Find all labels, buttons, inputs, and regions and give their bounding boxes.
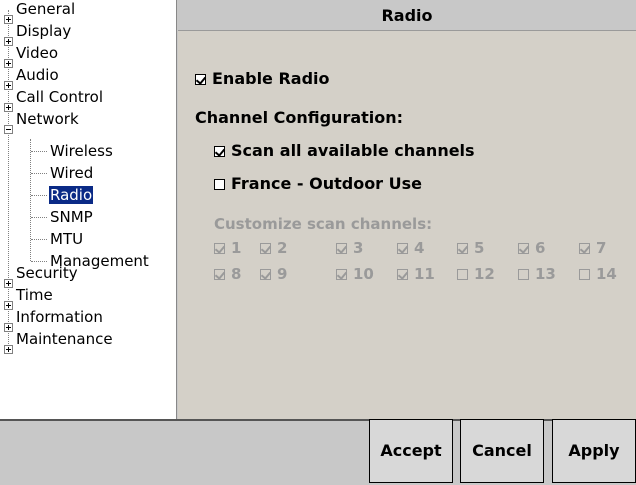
- channel-configuration-heading: Channel Configuration:: [195, 108, 404, 127]
- tree-item-label: General: [16, 0, 76, 18]
- channel-checkbox[interactable]: 13: [518, 265, 556, 283]
- radio-settings-panel: Radio Enable Radio Channel Configuration…: [178, 0, 636, 419]
- channel-checkbox[interactable]: 9: [260, 265, 287, 283]
- tree-connector: [31, 173, 47, 174]
- channel-label: 14: [596, 265, 617, 283]
- channel-checkbox[interactable]: 6: [518, 239, 545, 257]
- tree-item-label: MTU: [50, 230, 84, 248]
- checkbox-checked-icon[interactable]: [336, 269, 347, 280]
- tree-item-label: Audio: [16, 66, 59, 84]
- expand-plus-icon[interactable]: [4, 15, 13, 24]
- expand-plus-icon[interactable]: [4, 37, 13, 46]
- checkbox-checked-icon[interactable]: [518, 243, 529, 254]
- channel-label: 11: [414, 265, 435, 283]
- accept-button[interactable]: Accept: [369, 419, 453, 483]
- channel-label: 10: [353, 265, 374, 283]
- tree-item-label: Display: [16, 22, 72, 40]
- tree-connector: [31, 217, 47, 218]
- channel-checkbox[interactable]: 3: [336, 239, 363, 257]
- channel-label: 6: [535, 239, 546, 257]
- tree-item-label: Maintenance: [16, 330, 113, 348]
- checkbox-checked-icon[interactable]: [260, 243, 271, 254]
- channel-checkbox[interactable]: 10: [336, 265, 374, 283]
- channel-label: 3: [353, 239, 364, 257]
- channel-label: 7: [596, 239, 607, 257]
- cancel-button[interactable]: Cancel: [460, 419, 544, 483]
- tree-item-radio[interactable]: Radio: [49, 185, 94, 205]
- scan-all-channels-label: Scan all available channels: [231, 141, 475, 160]
- tree-item-label: SNMP: [50, 208, 93, 226]
- channel-checkbox[interactable]: 1: [214, 239, 241, 257]
- tree-item-wireless[interactable]: Wireless: [50, 141, 113, 161]
- tree-item-label: Network: [16, 110, 79, 128]
- checkbox-unchecked-icon[interactable]: [518, 269, 529, 280]
- checkbox-unchecked-icon[interactable]: [214, 179, 225, 190]
- channel-checkbox[interactable]: 5: [457, 239, 484, 257]
- tree-item-label: Radio: [49, 186, 94, 204]
- checkbox-checked-icon[interactable]: [457, 243, 468, 254]
- tree-connector: [31, 239, 47, 240]
- expand-plus-icon[interactable]: [4, 59, 13, 68]
- channel-checkbox[interactable]: 8: [214, 265, 241, 283]
- channel-label: 12: [474, 265, 495, 283]
- channel-label: 1: [231, 239, 242, 257]
- channel-label: 13: [535, 265, 556, 283]
- tree-item-label: Time: [16, 286, 53, 304]
- expand-plus-icon[interactable]: [4, 301, 13, 310]
- expand-plus-icon[interactable]: [4, 103, 13, 112]
- channel-checkbox[interactable]: 4: [397, 239, 424, 257]
- tree-item-wired[interactable]: Wired: [50, 163, 93, 183]
- tree-item-label: Call Control: [16, 88, 103, 106]
- expand-plus-icon[interactable]: [4, 345, 13, 354]
- expand-plus-icon[interactable]: [4, 323, 13, 332]
- checkbox-checked-icon[interactable]: [214, 269, 225, 280]
- checkbox-checked-icon[interactable]: [260, 269, 271, 280]
- channel-checkbox[interactable]: 2: [260, 239, 287, 257]
- panel-title: Radio: [178, 0, 636, 31]
- checkbox-checked-icon[interactable]: [195, 74, 206, 85]
- scan-all-channels-checkbox[interactable]: Scan all available channels: [214, 141, 475, 161]
- expand-plus-icon[interactable]: [4, 279, 13, 288]
- tree-item-label: Video: [16, 44, 59, 62]
- tree-item-label: Wired: [50, 164, 94, 182]
- checkbox-unchecked-icon[interactable]: [579, 269, 590, 280]
- channel-label: 8: [231, 265, 242, 283]
- channel-checkbox[interactable]: 14: [579, 265, 617, 283]
- france-outdoor-checkbox[interactable]: France - Outdoor Use: [214, 174, 422, 194]
- checkbox-checked-icon[interactable]: [214, 146, 225, 157]
- tree-connector: [31, 261, 47, 262]
- checkbox-checked-icon[interactable]: [579, 243, 590, 254]
- customize-scan-channels-heading: Customize scan channels:: [214, 215, 433, 233]
- enable-radio-label: Enable Radio: [212, 69, 330, 88]
- navigation-tree: General Display Video Audio Call Control…: [0, 0, 177, 419]
- checkbox-checked-icon[interactable]: [214, 243, 225, 254]
- checkbox-checked-icon[interactable]: [397, 269, 408, 280]
- channel-label: 4: [414, 239, 425, 257]
- collapse-minus-icon[interactable]: [4, 125, 13, 134]
- checkbox-checked-icon[interactable]: [397, 243, 408, 254]
- expand-plus-icon[interactable]: [4, 81, 13, 90]
- tree-item-label: Security: [16, 264, 78, 282]
- tree-connector: [31, 195, 47, 196]
- france-outdoor-label: France - Outdoor Use: [231, 174, 423, 193]
- tree-connector-network: [30, 139, 31, 261]
- checkbox-unchecked-icon[interactable]: [457, 269, 468, 280]
- channel-checkbox[interactable]: 7: [579, 239, 606, 257]
- enable-radio-checkbox[interactable]: Enable Radio: [195, 69, 330, 89]
- tree-item-snmp[interactable]: SNMP: [50, 207, 93, 227]
- channel-checkbox[interactable]: 11: [397, 265, 435, 283]
- channel-label: 2: [277, 239, 288, 257]
- tree-item-label: Wireless: [50, 142, 113, 160]
- tree-item-mtu[interactable]: MTU: [50, 229, 83, 249]
- channel-checkbox[interactable]: 12: [457, 265, 495, 283]
- checkbox-checked-icon[interactable]: [336, 243, 347, 254]
- channel-label: 5: [474, 239, 485, 257]
- tree-item-label: Information: [16, 308, 103, 326]
- tree-connector: [31, 151, 47, 152]
- channel-label: 9: [277, 265, 288, 283]
- apply-button[interactable]: Apply: [552, 419, 636, 483]
